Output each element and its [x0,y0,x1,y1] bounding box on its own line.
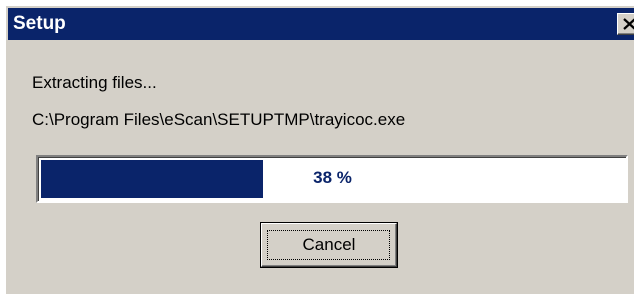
cancel-button-label: Cancel [302,235,356,254]
status-file-path: C:\Program Files\eScan\SETUPTMP\trayicoc… [32,110,406,129]
progress-track: 38 % [41,160,624,198]
status-action-text: Extracting files... [32,73,157,92]
window-title: Setup [13,13,66,34]
progress-bar: 38 % [36,155,628,203]
progress-percent-label: 38 % [313,168,352,187]
close-icon [623,18,634,30]
title-bar[interactable]: Setup [8,8,634,40]
setup-dialog: Setup Extracting files... C:\Program Fil… [4,4,634,294]
cancel-button[interactable]: Cancel [260,222,398,268]
close-button[interactable] [617,13,634,35]
